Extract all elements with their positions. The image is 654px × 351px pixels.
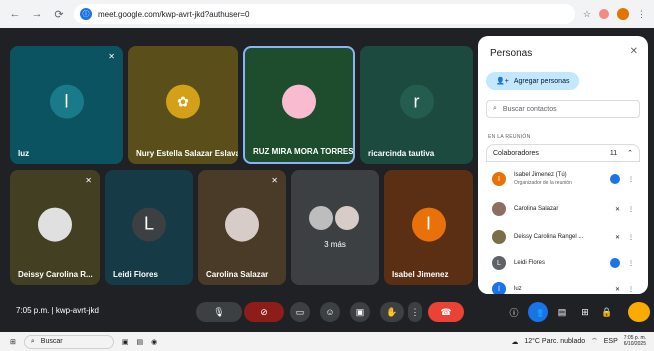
windows-taskbar: ⊞ ⌕ Buscar ▣ ▤ ◉ ☁ 12°C Parc. nublado ⌔ … — [0, 332, 654, 351]
avatar: L — [132, 207, 166, 242]
participant-tile[interactable]: ✕ Carolina Salazar — [198, 170, 286, 285]
avatar — [225, 207, 259, 242]
chrome-icon[interactable]: ◉ — [151, 338, 157, 346]
participant-tile[interactable]: ✕ l luz — [10, 46, 123, 164]
avatar: l — [49, 84, 84, 119]
close-icon[interactable]: ✕ — [630, 46, 638, 57]
mic-off-icon: ✕ — [85, 176, 92, 185]
more-vert-icon[interactable]: ⋮ — [628, 176, 634, 183]
search-contacts-input[interactable]: ⌕ Buscar contactos — [486, 100, 640, 118]
star-icon[interactable]: ☆ — [583, 9, 591, 20]
avatar: L — [492, 256, 506, 270]
more-participants-label: 3 más — [324, 240, 346, 249]
people-panel: Personas ✕ 👤+ Agregar personas ⌕ Buscar … — [478, 36, 648, 294]
participant-name: Deissy Carolina R... — [18, 270, 93, 279]
collaborators-group[interactable]: Colaboradores 11 ⌃ — [486, 144, 640, 162]
host-controls-icon[interactable]: 🔒 — [598, 302, 616, 322]
mic-off-icon: ✕ — [614, 286, 620, 293]
mic-off-icon: ✕ — [271, 176, 278, 185]
panel-title: Personas — [490, 48, 533, 59]
site-info-icon[interactable]: ⓘ — [80, 8, 92, 20]
participant-tile[interactable]: ✿ Nury Estella Salazar Eslava — [128, 46, 238, 164]
reload-icon[interactable]: ⟳ — [52, 8, 66, 21]
task-view-icon[interactable]: ▣ — [122, 338, 129, 346]
participant-row[interactable]: I Isabel Jimenez (Tú) Organizador de la … — [486, 166, 640, 192]
meeting-controls: 7:05 p.m. | kwp-avrt-jkd 🎙 ⊘ ▭ ☺ ▣ ✋ ⋮ ☎… — [0, 298, 654, 326]
info-icon[interactable]: ⓘ — [505, 302, 523, 322]
taskbar-search[interactable]: ⌕ Buscar — [23, 334, 114, 349]
participant-tile[interactable]: r ricarcinda tautiva — [360, 46, 473, 164]
self-avatar[interactable] — [628, 302, 650, 322]
more-options-button[interactable]: ⋮ — [408, 302, 422, 322]
raise-hand-button[interactable]: ✋ — [380, 302, 404, 322]
group-count: 11 — [609, 149, 618, 157]
participant-name: RUZ MIRA MORA TORRES — [253, 147, 354, 156]
people-button[interactable]: 👥 — [528, 302, 548, 322]
camera-off-button[interactable]: ⊘ — [244, 302, 284, 322]
avatar — [492, 230, 506, 244]
mic-off-icon: ✕ — [108, 52, 115, 61]
audio-level-icon — [610, 258, 620, 268]
more-vert-icon[interactable]: ⋮ — [628, 260, 634, 267]
url-text: meet.google.com/kwp-avrt-jkd?authuser=0 — [98, 9, 250, 19]
present-button[interactable]: ▣ — [350, 302, 370, 322]
mic-off-icon: ✕ — [614, 206, 620, 213]
captions-button[interactable]: ▭ — [290, 302, 310, 322]
participant-tile[interactable]: ✕ Deissy Carolina R... — [10, 170, 100, 285]
windows-start-icon[interactable]: ⊞ — [10, 338, 16, 346]
mic-off-icon: ✕ — [614, 234, 620, 241]
avatar: r — [399, 84, 434, 119]
avatar: I — [492, 172, 506, 186]
avatar — [309, 206, 333, 230]
participant-name: Carolina Salazar — [206, 270, 269, 279]
add-person-icon: 👤+ — [496, 78, 509, 85]
mic-button[interactable]: 🎙 — [196, 302, 242, 322]
more-vert-icon[interactable]: ⋮ — [628, 206, 634, 213]
participant-name: ricarcinda tautiva — [368, 149, 435, 158]
participant-name: Nury Estella Salazar Eslava — [136, 149, 238, 158]
address-bar[interactable]: ⓘ meet.google.com/kwp-avrt-jkd?authuser=… — [74, 4, 575, 24]
section-heading: EN LA REUNIÓN — [488, 134, 531, 140]
avatar: l — [492, 282, 506, 294]
avatar: I — [411, 207, 446, 242]
avatar — [282, 84, 316, 119]
audio-level-icon — [610, 174, 620, 184]
extension-icon[interactable] — [599, 9, 609, 19]
search-icon: ⌕ — [30, 337, 35, 345]
more-menu-icon[interactable]: ⋮ — [637, 9, 646, 20]
participant-name: luz — [18, 149, 30, 158]
chat-icon[interactable]: ▤ — [553, 302, 571, 322]
add-people-button[interactable]: 👤+ Agregar personas — [486, 72, 580, 90]
back-icon[interactable]: ← — [8, 8, 22, 20]
participant-tile[interactable]: L Leidi Flores — [105, 170, 193, 285]
weather-icon: ☁ — [511, 338, 519, 346]
emoji-button[interactable]: ☺ — [320, 302, 340, 322]
file-explorer-icon[interactable]: ▤ — [137, 338, 144, 346]
avatar — [38, 207, 72, 242]
participant-row[interactable]: l luz ✕ ⋮ — [486, 276, 640, 294]
chevron-up-icon: ⌃ — [627, 150, 633, 157]
browser-toolbar: ← → ⟳ ⓘ meet.google.com/kwp-avrt-jkd?aut… — [0, 0, 654, 28]
participant-name: Leidi Flores — [113, 270, 158, 279]
participant-row[interactable]: L Leidi Flores ⋮ — [486, 250, 640, 276]
participant-tile-active[interactable]: RUZ MIRA MORA TORRES — [243, 46, 355, 164]
profile-avatar[interactable] — [617, 8, 629, 20]
more-vert-icon[interactable]: ⋮ — [628, 286, 634, 293]
search-icon: ⌕ — [493, 105, 497, 112]
participant-row[interactable]: Deissy Carolina Rangel ... ✕ ⋮ — [486, 224, 640, 250]
avatar — [335, 206, 359, 230]
activities-icon[interactable]: ⊞ — [576, 302, 594, 322]
meeting-time: 7:05 p.m. | kwp-avrt-jkd — [16, 306, 100, 315]
leave-call-button[interactable]: ☎ — [428, 302, 464, 322]
more-participants-tile[interactable]: 3 más — [291, 170, 379, 285]
avatar — [492, 202, 506, 216]
more-vert-icon[interactable]: ⋮ — [628, 234, 634, 241]
forward-icon[interactable]: → — [30, 8, 44, 20]
avatar: ✿ — [166, 84, 200, 119]
participant-name: Isabel Jimenez — [392, 270, 449, 279]
participant-tile[interactable]: I Isabel Jimenez — [384, 170, 473, 285]
participant-row[interactable]: Carolina Salazar ✕ ⋮ — [486, 196, 640, 222]
wifi-icon: ⌔ — [591, 338, 598, 345]
